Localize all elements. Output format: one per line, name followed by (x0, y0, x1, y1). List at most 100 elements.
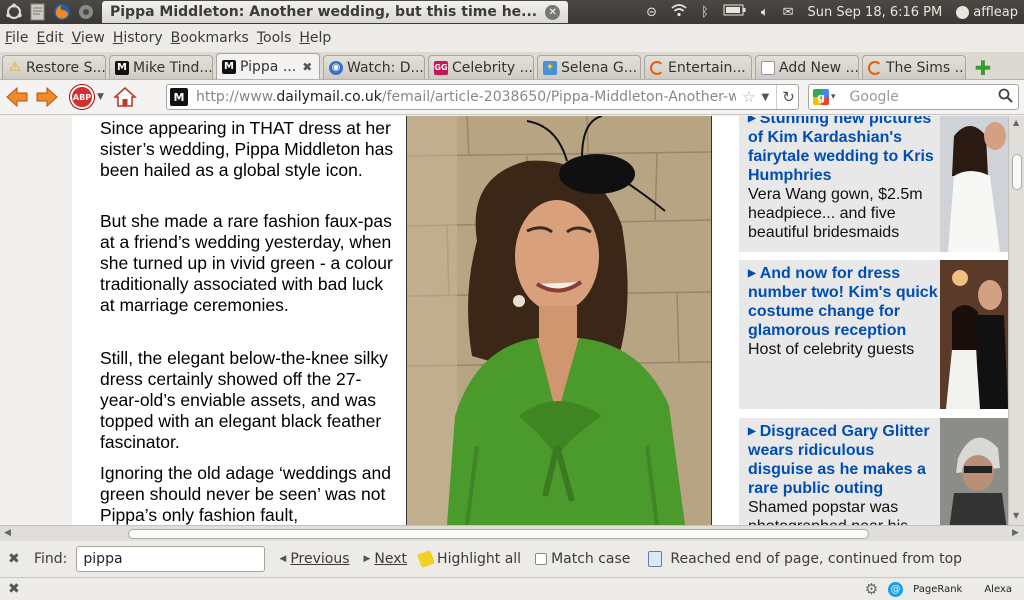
menu-history[interactable]: History (112, 30, 170, 46)
find-next-label: Next (374, 551, 408, 567)
loading-icon (868, 60, 882, 75)
ubuntu-logo-icon[interactable] (4, 2, 24, 22)
menu-edit[interactable]: Edit (35, 30, 70, 46)
tab-label: The Sims ... (886, 59, 966, 76)
vertical-scrollbar[interactable]: ▲ ▼ (1008, 116, 1024, 525)
battery-icon[interactable] (723, 4, 747, 20)
search-bar[interactable]: g ▾ Google (808, 84, 1019, 110)
new-tab-plus-icon[interactable]: ✚ (971, 56, 995, 80)
text-editor-launcher-icon[interactable] (28, 2, 48, 22)
previous-arrow-icon: ◀ (279, 554, 287, 564)
match-case-toggle[interactable]: Match case (535, 551, 630, 567)
scroll-left-icon[interactable]: ◀ (4, 528, 11, 538)
username-label: affleap (973, 4, 1018, 20)
related-story-card[interactable]: Stunning new pictures of Kim Kardashian'… (739, 116, 1008, 252)
find-input[interactable] (76, 546, 266, 572)
wifi-icon[interactable] (671, 3, 687, 21)
find-previous-label: Previous (290, 551, 350, 567)
highlight-all-label: Highlight all (437, 551, 522, 567)
horizontal-scroll-thumb[interactable] (128, 529, 869, 539)
next-arrow-icon: ▶ (363, 554, 371, 564)
bluetooth-icon[interactable]: ᛒ (701, 5, 709, 20)
find-close-icon[interactable]: ✖ (8, 551, 22, 567)
related-story-card[interactable]: Disgraced Gary Glitter wears ridiculous … (739, 418, 1008, 525)
menu-tools[interactable]: Tools (256, 30, 299, 46)
adblock-dropdown-icon[interactable]: ▼ (97, 92, 104, 102)
pagerank-label[interactable]: PageRank (913, 584, 962, 595)
search-magnifier-icon[interactable] (998, 88, 1013, 107)
url-bar[interactable]: M http://www.dailymail.co.uk/femail/arti… (166, 84, 799, 110)
tab-celebrity[interactable]: GG Celebrity ... (428, 55, 534, 79)
puzzle-icon: ✦ (543, 60, 557, 75)
tab-pippa-active[interactable]: M Pippa ... ✖ (216, 53, 320, 79)
tab-entertainment[interactable]: Entertain... (644, 55, 752, 79)
forward-arrow-icon[interactable] (34, 84, 60, 110)
related-story-description: Host of celebrity guests (748, 341, 915, 358)
tab-restore-session[interactable]: ⚠ Restore S... (2, 55, 106, 79)
menu-bookmarks[interactable]: Bookmarks (170, 30, 256, 46)
url-text[interactable]: http://www.dailymail.co.uk/femail/articl… (196, 89, 736, 105)
alexa-label[interactable]: Alexa (984, 584, 1012, 595)
mail-icon[interactable]: ✉ (783, 5, 794, 20)
find-previous-button[interactable]: ◀ Previous (279, 551, 349, 567)
url-history-dropdown-icon[interactable]: ▼ (761, 92, 769, 103)
related-story-card[interactable]: And now for dress number two! Kim's quic… (739, 260, 1008, 409)
tab-the-sims[interactable]: The Sims ... (862, 55, 966, 79)
back-arrow-icon[interactable] (4, 84, 30, 110)
settings-launcher-icon[interactable] (76, 2, 96, 22)
highlighter-icon (417, 550, 436, 568)
tab-close-icon[interactable]: ✖ (302, 60, 312, 74)
scroll-down-icon[interactable]: ▼ (1013, 511, 1019, 520)
tab-selena[interactable]: ✦ Selena G... (537, 55, 641, 79)
page-icon (761, 60, 775, 75)
find-status-text: Reached end of page, continued from top (670, 551, 963, 567)
tab-add-new[interactable]: Add New ... (755, 55, 859, 79)
related-story-headline[interactable]: Stunning new pictures of Kim Kardashian'… (748, 116, 938, 185)
status-close-icon[interactable]: ✖ (8, 581, 20, 597)
find-next-button[interactable]: ▶ Next (364, 551, 408, 567)
reload-icon[interactable]: ↻ (776, 85, 800, 109)
scroll-up-icon[interactable]: ▲ (1013, 118, 1019, 127)
window-close-icon[interactable]: ✕ (545, 4, 561, 20)
match-case-checkbox[interactable] (535, 553, 548, 565)
vertical-scroll-thumb[interactable] (1012, 154, 1022, 190)
tab-label: Add New ... (779, 59, 859, 76)
dailymail-icon: M (115, 60, 129, 75)
scroll-right-icon[interactable]: ▶ (1012, 528, 1019, 538)
story-thumbnail-kim-wedding[interactable] (940, 116, 1008, 252)
find-bar: ✖ Find: ◀ Previous ▶ Next Highlight all … (0, 541, 1024, 577)
related-story-headline[interactable]: And now for dress number two! Kim's quic… (748, 264, 938, 340)
gear-icon[interactable]: ⚙ (865, 580, 878, 598)
session-indicator-icon[interactable]: ⊝ (646, 5, 657, 20)
clock-text[interactable]: Sun Sep 18, 6:16 PM (808, 5, 943, 20)
article-column: Since appearing in THAT dress at her sis… (72, 116, 406, 525)
url-path: /femail/article-2038650/Pippa-Middleton-… (381, 89, 736, 105)
tab-watch[interactable]: ◉ Watch: D... (323, 55, 425, 79)
article-paragraph: Still, the elegant below-the-knee silky … (100, 348, 388, 452)
horizontal-scrollbar[interactable]: ◀ ▶ (0, 525, 1024, 541)
at-sign-addon-icon[interactable]: @ (888, 581, 904, 597)
menu-view[interactable]: View (71, 30, 112, 46)
home-icon[interactable] (112, 85, 138, 109)
search-engine-dropdown-icon[interactable]: ▾ (831, 92, 836, 102)
firefox-launcher-icon[interactable] (52, 2, 72, 22)
google-engine-icon[interactable]: g (813, 89, 829, 105)
menu-file[interactable]: File (4, 30, 35, 46)
user-menu[interactable]: affleap (956, 5, 1018, 20)
adblock-plus-icon[interactable]: ABP (70, 85, 94, 109)
system-tray: ⊝ ᛒ 🔈︎ ✉ Sun Sep 18, 6:16 PM affleap (646, 3, 1024, 21)
volume-icon[interactable]: 🔈︎ (761, 5, 769, 20)
tab-label: Mike Tind... (133, 59, 213, 76)
story-thumbnail-kim-reception[interactable] (940, 260, 1008, 409)
tab-mike-tindall[interactable]: M Mike Tind... (109, 55, 213, 79)
article-photo-pippa (406, 116, 712, 525)
site-favicon-icon: M (170, 88, 188, 106)
related-story-headline[interactable]: Disgraced Gary Glitter wears ridiculous … (748, 422, 938, 498)
user-status-icon (956, 5, 970, 19)
highlight-all-button[interactable]: Highlight all (417, 550, 522, 568)
story-thumbnail-gary-glitter[interactable] (940, 418, 1008, 525)
bookmark-star-icon[interactable]: ☆ (742, 88, 755, 106)
navigation-toolbar: ABP ▼ M http://www.dailymail.co.uk/femai… (0, 80, 1024, 115)
menu-help[interactable]: Help (298, 30, 338, 46)
article-paragraph: Ignoring the old adage ‘weddings and gre… (100, 463, 391, 525)
